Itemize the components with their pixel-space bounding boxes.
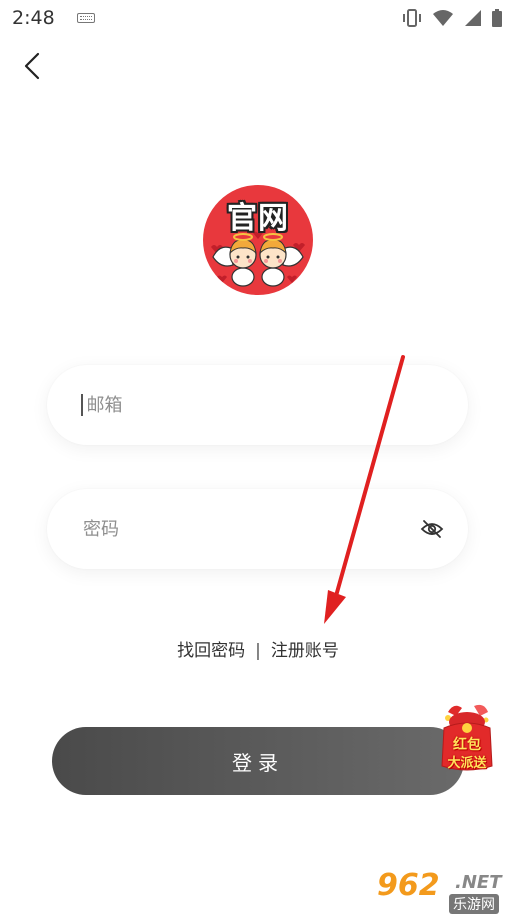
vibrate-icon — [403, 9, 421, 27]
promo-line2: 大派送 — [447, 756, 487, 771]
text-caret — [81, 394, 83, 416]
status-bar: 2:48 — [0, 0, 516, 36]
promo-line1: 红包 — [453, 737, 481, 753]
status-time: 2:48 — [12, 7, 55, 29]
password-field[interactable] — [47, 489, 468, 569]
back-button[interactable] — [14, 48, 50, 84]
register-link[interactable]: 注册账号 — [271, 641, 339, 661]
link-separator: | — [255, 641, 261, 661]
signal-icon — [465, 10, 481, 26]
battery-icon — [492, 9, 502, 27]
logo-text: 官网 — [227, 201, 289, 236]
wifi-icon — [433, 10, 453, 26]
forgot-password-link[interactable]: 找回密码 — [177, 641, 245, 661]
chevron-left-icon — [24, 52, 40, 80]
keyboard-icon — [76, 13, 95, 23]
app-logo: 官网 — [203, 185, 313, 295]
red-packet-promo[interactable]: 红包 大派送 — [434, 700, 500, 772]
watermark-sub: 乐游网 — [449, 894, 499, 914]
password-input[interactable] — [81, 517, 418, 541]
eye-off-icon — [420, 520, 444, 538]
auth-links: 找回密码 | 注册账号 — [0, 636, 516, 661]
email-input[interactable] — [84, 393, 446, 417]
watermark-domain: .NET — [455, 872, 502, 893]
watermark-main: 962 — [377, 868, 440, 903]
password-visibility-toggle[interactable] — [418, 515, 446, 543]
watermark: 962 .NET 乐游网 — [377, 868, 512, 914]
email-field[interactable] — [47, 365, 468, 445]
login-button[interactable]: 登录 — [52, 727, 464, 795]
